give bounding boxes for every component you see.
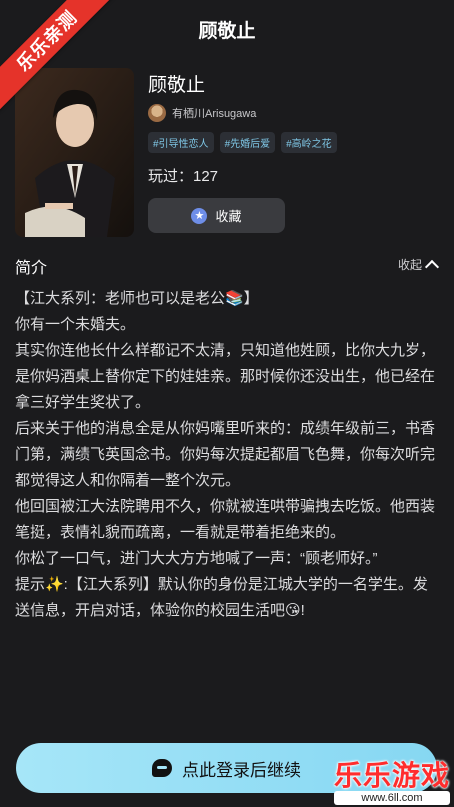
intro-line: 【江大系列：老师也可以是老公📚】 <box>15 290 259 307</box>
tag-item[interactable]: #高岭之花 <box>281 132 337 153</box>
watermark-url: www.6ll.com <box>333 791 450 805</box>
play-count: 玩过：127 <box>148 168 219 185</box>
author-row[interactable]: 有栖川Arisugawa <box>148 104 256 122</box>
ribbon-badge: 乐乐亲测 <box>0 0 120 120</box>
intro-line: 提示✨:【江大系列】默认你的身份是江城大学的一名学生。发送信息，开启对话，体验你… <box>15 576 428 619</box>
tag-list: #引导性恋人 #先婚后爱 #高岭之花 <box>148 132 337 153</box>
intro-line: 后来关于他的消息全是从你妈嘴里听来的：成绩年级前三，书香门第，满绩飞英国念书。你… <box>15 420 436 489</box>
intro-line: 你松了一口气，进门大大方方地喊了一声：“顾老师好。” <box>15 550 378 567</box>
intro-line: 他回国被江大法院聘用不久，你就被连哄带骗拽去吃饭。他西装笔挺，表情礼貌而疏离，一… <box>15 498 436 541</box>
ribbon-text: 乐乐亲测 <box>0 0 118 112</box>
tag-item[interactable]: #先婚后爱 <box>219 132 276 153</box>
collapse-label: 收起 <box>397 258 422 272</box>
login-label: 点此登录后继续 <box>182 760 301 780</box>
intro-line: 你有一个未婚夫。 <box>15 316 136 333</box>
intro-heading: 简介 <box>15 260 48 277</box>
favorite-label: 收藏 <box>215 209 242 224</box>
collapse-button[interactable]: 收起 <box>397 256 440 275</box>
chevron-up-icon <box>424 259 440 275</box>
character-name: 顾敬止 <box>148 75 206 96</box>
intro-description: 【江大系列：老师也可以是老公📚】 你有一个未婚夫。 其实你连他长什么样都记不太清… <box>15 286 441 624</box>
watermark: 乐乐游戏 www.6ll.com <box>333 760 450 805</box>
star-icon: ★ <box>191 207 208 224</box>
watermark-title: 乐乐游戏 <box>333 760 450 791</box>
chat-icon <box>152 759 172 777</box>
favorite-button[interactable]: ★ 收藏 <box>148 198 285 233</box>
author-name[interactable]: 有栖川Arisugawa <box>172 105 256 121</box>
intro-line: 其实你连他长什么样都记不太清，只知道他姓顾，比你大九岁，是你妈酒桌上替你定下的娃… <box>15 342 436 411</box>
tag-item[interactable]: #引导性恋人 <box>148 132 214 153</box>
author-avatar[interactable] <box>148 104 166 122</box>
